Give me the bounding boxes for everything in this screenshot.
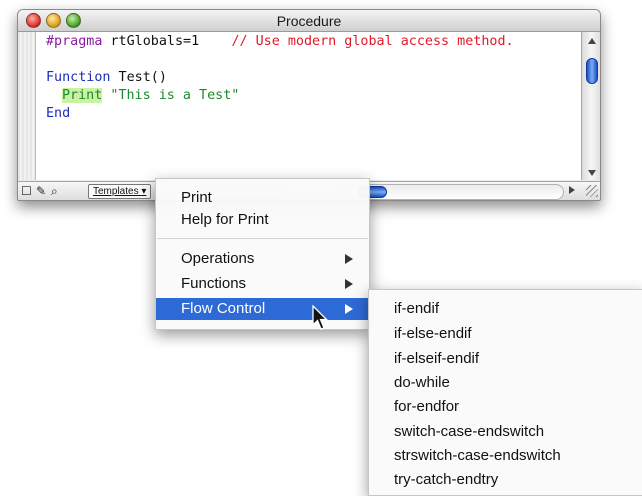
end-keyword: End	[46, 106, 71, 121]
submenu-item-strswitch-case-endswitch[interactable]: strswitch-case-endswitch	[369, 445, 642, 467]
code-line-1: #pragma rtGlobals=1 // Use modern global…	[46, 34, 514, 49]
code-line-4: End	[46, 106, 70, 121]
vertical-scrollbar[interactable]	[581, 32, 600, 180]
chevron-down-icon: ▾	[141, 186, 147, 197]
function-keyword: Function	[46, 70, 111, 85]
pragma-value: rtGlobals=1	[102, 34, 200, 49]
menu-separator	[157, 238, 368, 239]
templates-button[interactable]: Templates ▾	[88, 184, 152, 199]
submenu-item-for-endfor[interactable]: for-endfor	[369, 396, 642, 418]
submenu-arrow-icon	[345, 304, 353, 314]
scroll-down-arrow-icon[interactable]	[588, 170, 596, 176]
submenu-item-switch-case-endswitch[interactable]: switch-case-endswitch	[369, 421, 642, 443]
templates-label: Templates	[93, 186, 139, 197]
submenu-arrow-icon	[345, 279, 353, 289]
function-name: Test()	[110, 70, 167, 85]
procedure-window: Procedure #pragma rtGlobals=1 // Use mod…	[17, 9, 601, 201]
print-keyword: Print	[62, 88, 103, 103]
menu-item-help-for-print[interactable]: Help for Print	[156, 209, 369, 231]
code-line-3: Print "This is a Test"	[62, 88, 239, 103]
resize-grip-icon[interactable]	[586, 185, 598, 197]
code-editor[interactable]: #pragma rtGlobals=1 // Use modern global…	[36, 32, 581, 180]
submenu-item-try-catch-endtry[interactable]: try-catch-endtry	[369, 469, 642, 491]
editor-gutter	[18, 32, 36, 180]
title-bar[interactable]: Procedure	[18, 10, 600, 32]
submenu-arrow-icon	[345, 254, 353, 264]
scroll-up-arrow-icon[interactable]	[588, 38, 596, 44]
templates-menu: Print Help for Print Operations Function…	[155, 178, 370, 330]
vertical-scroll-thumb[interactable]	[586, 58, 598, 84]
menu-item-functions[interactable]: Functions	[156, 273, 369, 295]
flow-control-submenu: if-endif if-else-endif if-elseif-endif d…	[368, 289, 642, 496]
pragma-keyword: #pragma	[46, 34, 103, 49]
submenu-item-if-elseif-endif[interactable]: if-elseif-endif	[369, 348, 642, 370]
submenu-item-do-while[interactable]: do-while	[369, 372, 642, 394]
code-line-2: Function Test()	[46, 70, 167, 85]
submenu-item-if-endif[interactable]: if-endif	[369, 298, 642, 320]
submenu-item-if-else-endif[interactable]: if-else-endif	[369, 323, 642, 345]
print-string: "This is a Test"	[110, 88, 240, 103]
pencil-icon[interactable]: ✎	[36, 184, 46, 198]
menu-item-flow-control[interactable]: Flow Control	[156, 298, 369, 320]
scroll-right-arrow-icon[interactable]	[569, 186, 575, 194]
menu-item-operations[interactable]: Operations	[156, 248, 369, 270]
magnifier-icon[interactable]: ⌕	[51, 184, 58, 199]
document-icon[interactable]: ☐	[21, 184, 32, 198]
code-comment: // Use modern global access method.	[231, 34, 514, 49]
menu-item-print[interactable]: Print	[156, 187, 369, 209]
window-title: Procedure	[276, 13, 342, 29]
mouse-pointer-icon	[312, 305, 329, 330]
